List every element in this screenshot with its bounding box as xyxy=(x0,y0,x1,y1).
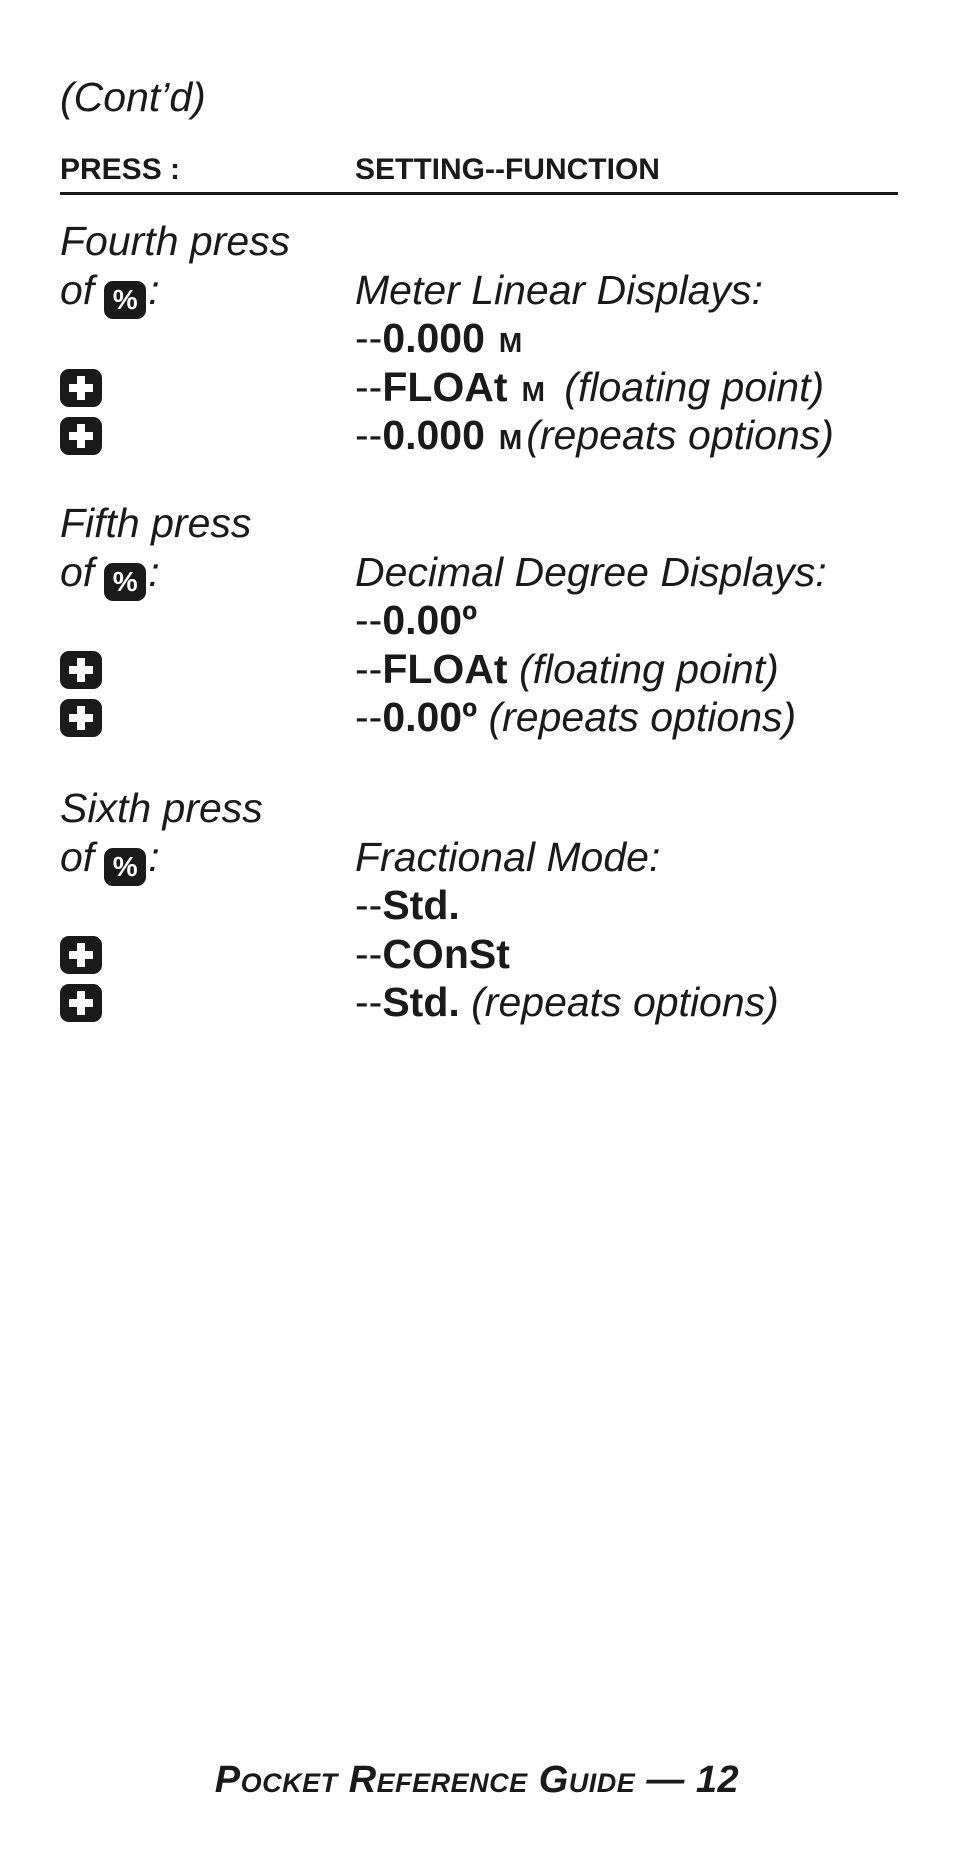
press-column-header: PRESS : xyxy=(60,153,181,186)
plus-key-icon xyxy=(60,417,102,455)
section-fifth-press: Fifth press of%: Decimal Degree Displays… xyxy=(60,499,920,742)
option-prefix: -- xyxy=(355,645,383,692)
option-row: --FLOAt (floating point) xyxy=(60,645,920,694)
option-row: --COnSt xyxy=(60,930,920,979)
option-unit: M xyxy=(498,424,523,455)
plus-key-icon xyxy=(60,650,102,689)
press-key-row: of%: Meter Linear Displays: xyxy=(60,266,920,319)
option-row: --0.00º xyxy=(60,596,920,645)
option: --Std. (repeats options) xyxy=(355,978,779,1026)
option-prefix: -- xyxy=(355,979,383,1025)
option: --COnSt xyxy=(355,930,510,978)
option-value: 0.00º xyxy=(382,597,478,643)
press-label-row: Sixth press xyxy=(60,784,920,833)
option: --0.00º xyxy=(355,596,477,644)
option-value: FLOAt xyxy=(382,645,508,692)
table-header: PRESS : SETTING--FUNCTION xyxy=(60,150,898,195)
option-prefix: -- xyxy=(355,930,383,977)
footer-separator: — xyxy=(646,1759,685,1801)
section-title: Decimal Degree Displays: xyxy=(355,548,827,595)
option-note: (repeats options) xyxy=(488,694,797,740)
press-label: Sixth press xyxy=(60,785,263,831)
press-label-row: Fourth press xyxy=(60,217,920,266)
option-value: 0.00º xyxy=(382,694,478,740)
option-value: FLOAt xyxy=(382,363,508,410)
plus-key-icon xyxy=(60,699,102,737)
option-note: (floating point) xyxy=(518,645,779,692)
option-unit: M xyxy=(521,375,545,407)
option-value: 0.000 xyxy=(382,315,485,361)
setting-column-header: SETTING--FUNCTION xyxy=(355,153,660,186)
option-value: Std. xyxy=(382,882,460,928)
percent-key-icon: % xyxy=(104,562,147,601)
plus-key-icon xyxy=(60,984,102,1022)
press-colon: : xyxy=(148,833,160,880)
press-label: Fifth press xyxy=(60,500,252,546)
press-colon: : xyxy=(148,266,160,313)
option-unit: M xyxy=(498,327,523,358)
footer-title: Pocket Reference Guide xyxy=(214,1759,636,1801)
option-row: --0.00º (repeats options) xyxy=(60,693,920,742)
press-of-text: of xyxy=(60,266,95,313)
plus-key-icon xyxy=(60,368,102,407)
press-of-label: of%: xyxy=(60,266,160,319)
press-of-label: of%: xyxy=(60,833,160,886)
option-row: --Std. xyxy=(60,881,920,930)
press-of-text: of xyxy=(60,548,95,595)
press-key-row: of%: Fractional Mode: xyxy=(60,833,920,886)
option-prefix: -- xyxy=(355,597,383,643)
press-key-row: of%: Decimal Degree Displays: xyxy=(60,548,920,601)
option-note: (repeats options) xyxy=(471,979,779,1025)
option-row: --0.000 M xyxy=(60,314,920,363)
option: --Std. xyxy=(355,881,460,929)
press-colon: : xyxy=(148,548,160,595)
page-footer: Pocket Reference Guide — 12 xyxy=(0,1758,954,1802)
section-title: Meter Linear Displays: xyxy=(355,266,763,313)
section-fourth-press: Fourth press of%: Meter Linear Displays:… xyxy=(60,217,920,460)
option-value: Std. xyxy=(382,979,460,1025)
option-row: --0.000 M(repeats options) xyxy=(60,411,920,460)
option-prefix: -- xyxy=(355,412,383,458)
page-number: 12 xyxy=(695,1759,740,1801)
continued-label: (Cont’d) xyxy=(60,74,206,120)
option: --FLOAt (floating point) xyxy=(355,645,779,693)
option-prefix: -- xyxy=(355,363,383,410)
percent-key-icon: % xyxy=(104,280,147,319)
press-label: Fourth press xyxy=(60,218,291,264)
option: --0.000 M(repeats options) xyxy=(355,411,834,464)
option: --0.000 M xyxy=(355,314,530,367)
option-value: 0.000 xyxy=(382,412,485,458)
option-note: (repeats options) xyxy=(526,412,834,458)
section-title: Fractional Mode: xyxy=(355,833,661,880)
option-row: --FLOAt M (floating point) xyxy=(60,363,920,412)
press-of-text: of xyxy=(60,833,95,880)
option-prefix: -- xyxy=(355,882,383,928)
plus-key-icon xyxy=(60,935,102,974)
percent-key-icon: % xyxy=(104,847,147,886)
press-of-label: of%: xyxy=(60,548,160,601)
option: --0.00º (repeats options) xyxy=(355,693,796,741)
option-note: (floating point) xyxy=(564,363,825,410)
option-row: --Std. (repeats options) xyxy=(60,978,920,1027)
press-label-row: Fifth press xyxy=(60,499,920,548)
option-prefix: -- xyxy=(355,694,383,740)
option: --FLOAt M (floating point) xyxy=(355,363,824,416)
option-prefix: -- xyxy=(355,315,383,361)
section-sixth-press: Sixth press of%: Fractional Mode: --Std.… xyxy=(60,784,920,1027)
option-value: COnSt xyxy=(382,930,510,977)
